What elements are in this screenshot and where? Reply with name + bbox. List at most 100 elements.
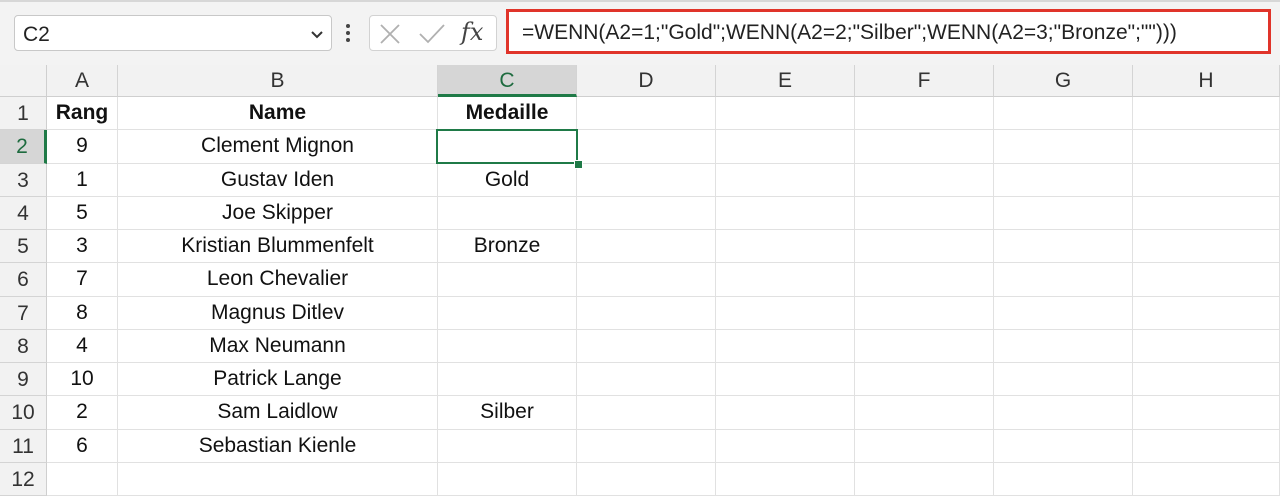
cell-a5[interactable]: 3: [47, 230, 118, 263]
cell-e1[interactable]: [716, 97, 855, 130]
cell-f11[interactable]: [855, 429, 994, 462]
cell-b11[interactable]: Sebastian Kienle: [118, 429, 438, 462]
column-header-c[interactable]: C: [438, 65, 577, 97]
cell-f7[interactable]: [855, 296, 994, 329]
column-header-h[interactable]: H: [1133, 65, 1280, 97]
column-header-g[interactable]: G: [994, 65, 1133, 97]
cell-f9[interactable]: [855, 363, 994, 396]
cell-b8[interactable]: Max Neumann: [118, 329, 438, 362]
cell-h9[interactable]: [1133, 363, 1280, 396]
cell-g5[interactable]: [994, 230, 1133, 263]
cell-a3[interactable]: 1: [47, 163, 118, 196]
cell-d10[interactable]: [577, 396, 716, 429]
chevron-down-icon[interactable]: [309, 26, 325, 42]
cell-c11[interactable]: [438, 429, 577, 462]
cell-a9[interactable]: 10: [47, 363, 118, 396]
cell-b1[interactable]: Name: [118, 97, 438, 130]
cell-f10[interactable]: [855, 396, 994, 429]
cell-e6[interactable]: [716, 263, 855, 296]
cell-g11[interactable]: [994, 429, 1133, 462]
cell-d3[interactable]: [577, 163, 716, 196]
cell-c3[interactable]: Gold: [438, 163, 577, 196]
cell-e7[interactable]: [716, 296, 855, 329]
cell-g7[interactable]: [994, 296, 1133, 329]
cell-g10[interactable]: [994, 396, 1133, 429]
cell-h1[interactable]: [1133, 97, 1280, 130]
formula-input[interactable]: =WENN(A2=1;"Gold";WENN(A2=2;"Silber";WEN…: [506, 9, 1271, 54]
cell-f6[interactable]: [855, 263, 994, 296]
fill-handle[interactable]: [574, 160, 583, 169]
insert-function-button[interactable]: fx: [461, 18, 483, 46]
cell-c1[interactable]: Medaille: [438, 97, 577, 130]
cell-c8[interactable]: [438, 329, 577, 362]
cell-h12[interactable]: [1133, 462, 1280, 495]
cell-h6[interactable]: [1133, 263, 1280, 296]
cell-b12[interactable]: [118, 462, 438, 495]
cell-d12[interactable]: [577, 462, 716, 495]
cell-c10[interactable]: Silber: [438, 396, 577, 429]
cell-d4[interactable]: [577, 196, 716, 229]
cell-g12[interactable]: [994, 462, 1133, 495]
cell-h7[interactable]: [1133, 296, 1280, 329]
row-header-1[interactable]: 1: [0, 97, 47, 131]
cell-a1[interactable]: Rang: [47, 97, 118, 130]
cell-b5[interactable]: Kristian Blummenfelt: [118, 230, 438, 263]
cell-f8[interactable]: [855, 329, 994, 362]
select-all-corner[interactable]: [0, 65, 47, 97]
cell-e3[interactable]: [716, 163, 855, 196]
cell-a12[interactable]: [47, 462, 118, 495]
close-icon[interactable]: [378, 22, 402, 46]
cell-c9[interactable]: [438, 363, 577, 396]
cell-d2[interactable]: [577, 130, 716, 163]
cell-b10[interactable]: Sam Laidlow: [118, 396, 438, 429]
row-header-2[interactable]: 2: [0, 130, 47, 164]
cell-e10[interactable]: [716, 396, 855, 429]
name-box[interactable]: C2: [14, 15, 332, 51]
cell-d11[interactable]: [577, 429, 716, 462]
checkmark-icon[interactable]: [417, 22, 447, 46]
cell-d1[interactable]: [577, 97, 716, 130]
cell-c12[interactable]: [438, 462, 577, 495]
row-header-10[interactable]: 10: [0, 396, 47, 430]
row-header-9[interactable]: 9: [0, 363, 47, 397]
cell-c6[interactable]: [438, 263, 577, 296]
column-header-d[interactable]: D: [577, 65, 716, 97]
cell-d8[interactable]: [577, 329, 716, 362]
cell-g1[interactable]: [994, 97, 1133, 130]
cell-c4[interactable]: [438, 196, 577, 229]
cell-f4[interactable]: [855, 196, 994, 229]
cell-f1[interactable]: [855, 97, 994, 130]
cell-c5[interactable]: Bronze: [438, 230, 577, 263]
column-header-f[interactable]: F: [855, 65, 994, 97]
cell-g3[interactable]: [994, 163, 1133, 196]
row-header-6[interactable]: 6: [0, 263, 47, 297]
column-header-a[interactable]: A: [47, 65, 118, 97]
cell-h2[interactable]: [1133, 130, 1280, 163]
cell-b2[interactable]: Clement Mignon: [118, 130, 438, 163]
cell-a10[interactable]: 2: [47, 396, 118, 429]
cell-d5[interactable]: [577, 230, 716, 263]
row-header-11[interactable]: 11: [0, 429, 47, 463]
more-options-icon[interactable]: [342, 20, 354, 46]
cell-c7[interactable]: [438, 296, 577, 329]
cell-e11[interactable]: [716, 429, 855, 462]
cell-g4[interactable]: [994, 196, 1133, 229]
cell-e9[interactable]: [716, 363, 855, 396]
cell-h4[interactable]: [1133, 196, 1280, 229]
cell-b4[interactable]: Joe Skipper: [118, 196, 438, 229]
cell-h5[interactable]: [1133, 230, 1280, 263]
cell-b3[interactable]: Gustav Iden: [118, 163, 438, 196]
cell-f2[interactable]: [855, 130, 994, 163]
cell-f5[interactable]: [855, 230, 994, 263]
cell-f3[interactable]: [855, 163, 994, 196]
cell-b7[interactable]: Magnus Ditlev: [118, 296, 438, 329]
cell-a8[interactable]: 4: [47, 329, 118, 362]
cell-g8[interactable]: [994, 329, 1133, 362]
cell-b6[interactable]: Leon Chevalier: [118, 263, 438, 296]
cell-g9[interactable]: [994, 363, 1133, 396]
row-header-7[interactable]: 7: [0, 296, 47, 330]
cell-b9[interactable]: Patrick Lange: [118, 363, 438, 396]
cell-e4[interactable]: [716, 196, 855, 229]
cell-a2[interactable]: 9: [47, 130, 118, 163]
cell-g6[interactable]: [994, 263, 1133, 296]
